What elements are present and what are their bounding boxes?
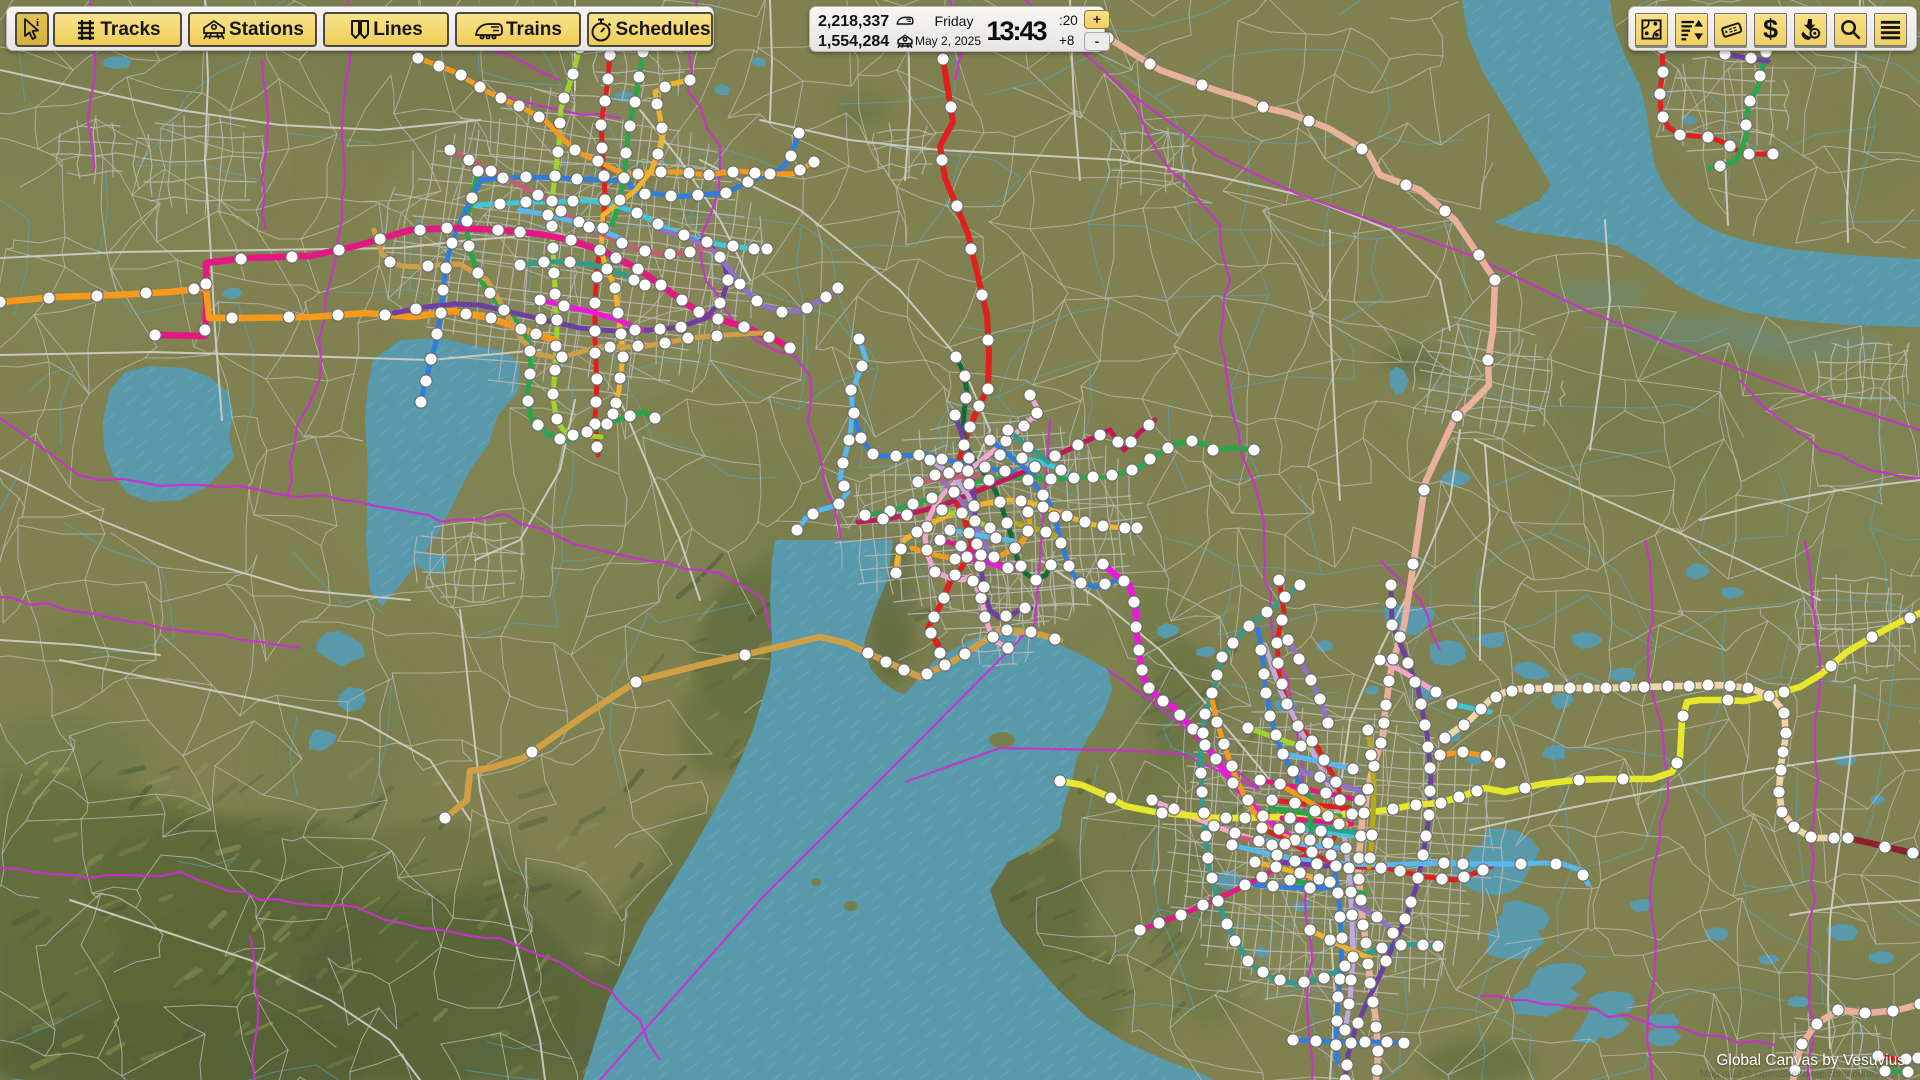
svg-text:i: i bbox=[36, 17, 39, 29]
